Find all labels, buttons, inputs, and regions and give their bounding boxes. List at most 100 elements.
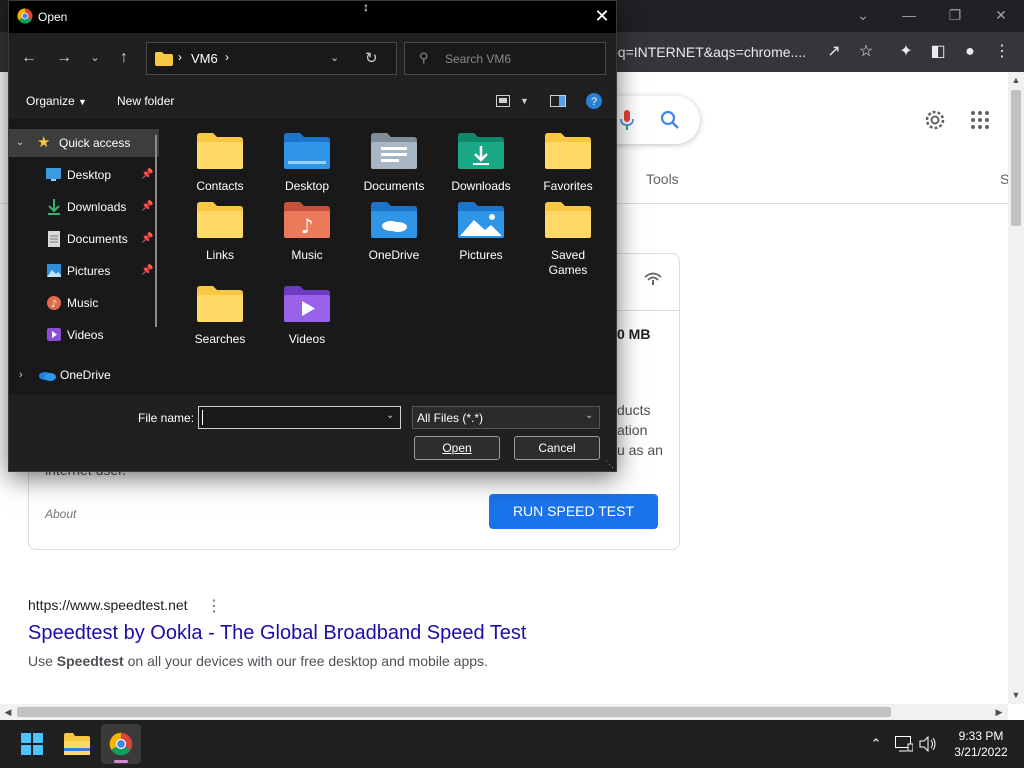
new-folder-button[interactable]: New folder <box>117 94 174 108</box>
file-item-saved-games[interactable]: Saved Games <box>528 196 608 277</box>
result-title-link[interactable]: Speedtest by Ookla - The Global Broadban… <box>28 622 526 645</box>
horizontal-scroll-thumb[interactable] <box>17 707 891 717</box>
scroll-down-arrow-icon[interactable]: ▼ <box>1009 688 1023 702</box>
dialog-title-bar[interactable] <box>9 1 616 33</box>
organize-button[interactable]: Organize ▼ <box>26 94 87 108</box>
file-item-label: Contacts <box>196 179 244 193</box>
about-link[interactable]: About <box>45 507 76 521</box>
mouse-cursor-icon: ↕ <box>363 0 369 14</box>
file-item-searches[interactable]: Searches <box>180 280 260 360</box>
address-bar[interactable]: oq=INTERNET&aqs=chrome.... <box>610 38 840 66</box>
folder-icon <box>155 52 173 66</box>
file-item-favorites[interactable]: Favorites <box>528 127 608 207</box>
file-item-label: Pictures <box>459 248 503 262</box>
run-speed-test-button[interactable]: RUN SPEED TEST <box>489 494 658 529</box>
scroll-left-arrow-icon[interactable]: ◀ <box>1 705 15 719</box>
settings-gear-icon[interactable] <box>923 108 947 132</box>
address-dropdown-chevron-icon[interactable]: ⌄ <box>330 51 339 64</box>
help-icon[interactable]: ? <box>586 93 602 109</box>
nav-item-onedrive[interactable]: › OneDrive <box>9 361 159 389</box>
tab-search-chevron-icon[interactable]: ⌄ <box>840 4 886 26</box>
file-item-music[interactable]: ♪ Music <box>267 196 347 276</box>
bookmark-star-icon[interactable]: ☆ <box>852 38 880 66</box>
result-url[interactable]: https://www.speedtest.net <box>28 597 188 613</box>
card-text-line: ation <box>617 422 648 438</box>
file-item-contacts[interactable]: Contacts <box>180 127 260 207</box>
result-snippet: Use Speedtest on all your devices with o… <box>28 653 488 669</box>
network-monitor-icon[interactable] <box>895 736 913 752</box>
star-icon: ★ <box>37 134 51 151</box>
music-folder-icon: ♪ <box>284 202 330 238</box>
close-window-button[interactable]: ✕ <box>978 4 1024 26</box>
voice-search-icon[interactable] <box>620 110 634 130</box>
pin-icon: 📌 <box>141 265 154 276</box>
resize-grip-icon[interactable]: ⋱ <box>605 459 614 470</box>
minimize-button[interactable]: — <box>886 4 932 26</box>
apps-grid-icon[interactable] <box>970 110 990 130</box>
folder-icon <box>545 202 591 238</box>
restore-button[interactable]: ❐ <box>932 4 978 26</box>
file-item-downloads[interactable]: Downloads <box>441 127 521 207</box>
document-icon <box>48 231 60 247</box>
file-item-videos[interactable]: Videos <box>267 280 347 360</box>
tools-tab[interactable]: Tools <box>646 171 679 187</box>
dialog-close-button[interactable]: ✕ <box>591 5 613 27</box>
nav-item-documents[interactable]: Documents 📌 <box>9 225 159 253</box>
scroll-right-arrow-icon[interactable]: ▶ <box>992 705 1006 719</box>
search-icon[interactable] <box>660 110 680 130</box>
breadcrumb-folder[interactable]: VM6 <box>191 51 218 66</box>
windows-start-icon[interactable] <box>21 733 43 755</box>
back-arrow-icon[interactable]: ← <box>17 46 41 70</box>
open-button[interactable]: Open <box>414 436 500 460</box>
clock-date[interactable]: 3/21/2022 <box>950 745 1012 759</box>
nav-item-quick-access[interactable]: ⌄ ★ Quick access <box>9 129 159 157</box>
scroll-up-arrow-icon[interactable]: ▲ <box>1009 73 1023 87</box>
breadcrumb-separator-icon: › <box>178 50 182 64</box>
collapse-chevron-icon[interactable]: ⌄ <box>16 129 24 157</box>
nav-item-music[interactable]: ♪ Music <box>9 289 159 317</box>
chrome-menu-icon[interactable]: ⋮ <box>988 38 1016 66</box>
file-item-pictures[interactable]: Pictures <box>441 196 521 276</box>
view-options-chevron-icon[interactable]: ▼ <box>520 96 529 106</box>
show-hidden-icons-chevron-icon[interactable]: ⌃ <box>866 734 886 754</box>
expand-chevron-icon[interactable]: › <box>19 361 23 389</box>
file-item-links[interactable]: Links <box>180 196 260 276</box>
volume-icon[interactable] <box>919 736 937 752</box>
change-view-icon[interactable] <box>496 95 510 107</box>
nav-item-downloads[interactable]: Downloads 📌 <box>9 193 159 221</box>
side-panel-icon[interactable]: ◧ <box>924 38 952 66</box>
folder-icon <box>197 133 243 169</box>
documents-folder-icon <box>371 133 417 169</box>
breadcrumb-separator-icon[interactable]: › <box>225 50 229 64</box>
file-item-label: Links <box>205 248 234 262</box>
file-item-documents[interactable]: Documents <box>354 127 434 207</box>
nav-pane-scrollbar[interactable] <box>155 135 157 327</box>
nav-item-videos[interactable]: Videos <box>9 321 159 349</box>
downloads-folder-icon <box>458 133 504 169</box>
file-item-label: Downloads <box>451 179 511 193</box>
up-arrow-icon[interactable]: ↑ <box>112 46 136 70</box>
nav-item-pictures[interactable]: Pictures 📌 <box>9 257 159 285</box>
file-item-label: Documents <box>363 179 425 193</box>
file-name-history-chevron-icon[interactable]: ⌄ <box>386 410 394 421</box>
file-type-filter-select[interactable]: All Files (*.*) ⌄ <box>412 406 600 429</box>
recent-locations-chevron-icon[interactable]: ⌄ <box>83 46 107 70</box>
clock-time[interactable]: 9:33 PM <box>950 729 1012 743</box>
refresh-icon[interactable]: ↻ <box>365 49 378 67</box>
filter-chevron-icon[interactable]: ⌄ <box>585 410 593 421</box>
search-folder-input[interactable]: ⚲ Search VM6 <box>404 42 606 75</box>
file-explorer-icon[interactable] <box>64 733 90 755</box>
vertical-scroll-thumb[interactable] <box>1011 90 1021 226</box>
share-icon[interactable]: ↗ <box>820 38 848 66</box>
nav-item-desktop[interactable]: Desktop 📌 <box>9 161 159 189</box>
file-item-onedrive[interactable]: OneDrive <box>354 196 434 276</box>
cancel-button[interactable]: Cancel <box>514 436 600 460</box>
file-item-desktop[interactable]: Desktop <box>267 127 347 207</box>
preview-pane-icon[interactable] <box>550 95 566 107</box>
extensions-puzzle-icon[interactable]: ✦ <box>892 38 920 66</box>
file-name-input[interactable]: ⌄ <box>198 406 401 429</box>
forward-arrow-icon[interactable]: → <box>52 46 76 70</box>
profile-avatar-icon[interactable]: ● <box>956 38 984 66</box>
more-options-icon[interactable]: ⋮ <box>206 596 222 616</box>
address-breadcrumb-bar[interactable]: › VM6 › ⌄ ↻ <box>146 42 397 75</box>
